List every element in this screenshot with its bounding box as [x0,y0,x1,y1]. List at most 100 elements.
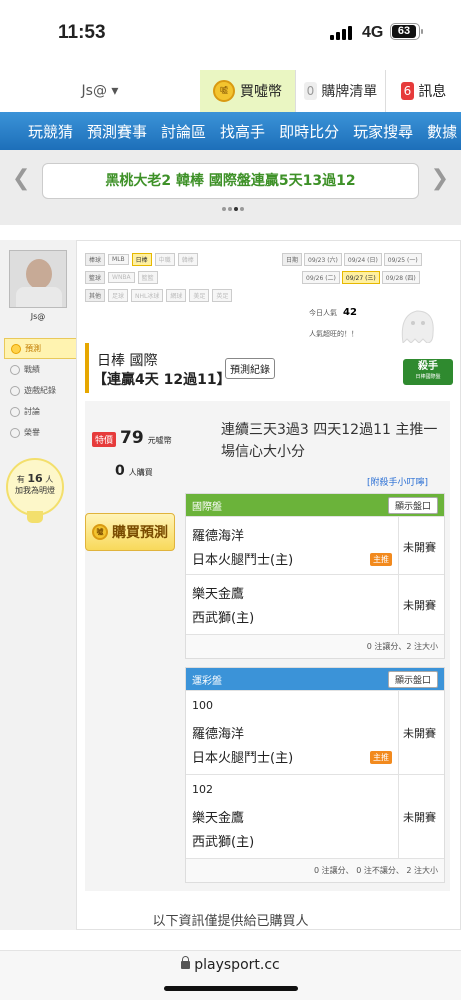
filter-soccer[interactable]: 足球 [108,289,129,302]
cart-count-badge: 0 [303,82,318,100]
avatar[interactable] [9,250,67,308]
home-team: 西武獅(主) [192,835,255,850]
home-team: 西武獅(主) [192,611,255,626]
price-unit: 元噓幣 [147,436,172,445]
buy-coins-button[interactable]: 噓 買噓幣 [200,70,295,112]
killer-main: 殺手 [418,361,438,372]
sidebar-menu: 預測 戰績 遊戲紀錄 討論 榮譽 [4,338,78,443]
prediction-description: 連續三天3過3 四天12過11 主推一場信心大小分 [221,422,438,460]
banner-text[interactable]: 黑桃大老2 韓棒 國際盤連贏5天13過12 [42,163,419,199]
filter-label-basketball: 籃球 [85,271,106,284]
table-row: 羅德海洋 日本火腿鬥士(主) 主推 未開賽 [186,516,444,574]
user-menu[interactable]: Js@ ▾ [0,70,200,112]
chevron-left-icon[interactable]: ❮ [12,166,30,191]
killer-tip-link[interactable]: [附殺手小叮嚀] [367,475,428,488]
main-pick-badge: 主推 [370,553,392,566]
sidebar-item-prediction[interactable]: 預測 [4,338,78,359]
intl-market-footer: 0 注讓分、2 注大小 [186,634,444,658]
filter-nhl[interactable]: NHL冰球 [131,289,164,302]
sidebar-item-record[interactable]: 戰績 [4,359,78,380]
top-bar: Js@ ▾ 噓 買噓幣 0 購牌清單 6 訊息 [0,70,461,112]
sidebar-item-honor[interactable]: 榮譽 [4,422,78,443]
date-0923[interactable]: 09/23 (六) [304,253,342,266]
filter-label-other: 其他 [85,289,106,302]
sidebar-item-discussion[interactable]: 討論 [4,401,78,422]
address-bar[interactable]: playsport.cc [0,956,461,973]
intl-show-odds-button[interactable]: 顯示盤口 [387,496,438,514]
home-team: 日本火腿鬥士(主) [192,751,294,766]
buy-prediction-button[interactable]: 噓 購買預測 [85,513,175,551]
bulb-count: 16 [27,472,43,485]
sidebar-item-label: 榮譽 [24,428,40,437]
buy-prediction-label: 購買預測 [112,525,168,541]
cart-label: 購牌清單 [321,84,378,100]
buyer-count-value: 0 [115,463,125,479]
away-team: 羅德海洋 [192,529,245,544]
nav-item-forum[interactable]: 討論區 [161,121,206,142]
record-icon [10,364,20,375]
date-0926[interactable]: 09/26 (二) [302,271,340,284]
buyer-count: 0 人購買 [115,463,153,479]
filter-nfl[interactable]: 美足 [189,289,210,302]
purchaser-info-note: 以下資訊僅提供給已購買人 [152,914,309,929]
nav-item-predict[interactable]: 預測賽事 [87,121,147,142]
status-bar: 11:53 4G 63 [0,0,461,62]
table-row: 樂天金鷹 西武獅(主) 未開賽 [186,574,444,634]
light-bulb-icon[interactable]: 有 16 人 加我為明燈 [6,458,64,516]
match-header: 日棒 國際 【連贏4天 12過11】 預測紀錄 殺手 日棒國際盤 [85,343,453,393]
prediction-content: 棒球 MLB 日棒 中職 韓棒 籃球 WNBA 籃籃 其他 足球 NHL冰球 網… [76,240,461,930]
sidebar-item-label: 預測 [25,344,41,353]
prediction-record-button[interactable]: 預測紀錄 [225,358,275,379]
nav-item-guess[interactable]: 玩競猜 [28,121,73,142]
filter-kbo[interactable]: 韓棒 [177,253,198,266]
game-number: 102 [192,783,213,796]
url-text: playsport.cc [194,957,280,973]
away-team: 羅德海洋 [192,727,245,742]
intl-market-title: 國際盤 [192,501,222,513]
sidebar-item-label: 討論 [24,407,40,416]
nav-item-data[interactable]: 數據 [427,121,457,142]
messages-button[interactable]: 6 訊息 [385,70,461,112]
prediction-card: 特價 79 元噓幣 0 人購買 連續三天3過3 四天12過11 主推一場信心大小分… [85,401,450,891]
date-0925[interactable]: 09/25 (一) [383,253,422,266]
nav-item-experts[interactable]: 找高手 [220,121,265,142]
lottery-show-odds-button[interactable]: 顯示盤口 [387,670,438,688]
date-label: 日期 [282,253,303,266]
lottery-market-header: 運彩盤 顯示盤口 [186,668,444,690]
lock-icon [181,956,191,969]
filter-tennis[interactable]: 網球 [166,289,187,302]
killer-badge: 殺手 日棒國際盤 [403,359,453,385]
nav-item-livescore[interactable]: 即時比分 [279,121,339,142]
sidebar-item-history[interactable]: 遊戲紀錄 [4,380,78,401]
filter-wnba[interactable]: WNBA [108,272,135,283]
battery-level: 63 [392,25,416,38]
chevron-right-icon[interactable]: ❯ [431,166,449,191]
honor-icon [10,427,20,438]
popularity-value: 42 [343,307,357,318]
date-0927[interactable]: 09/27 (三) [341,271,380,284]
filter-basket2[interactable]: 籃籃 [137,271,158,284]
filter-label-baseball: 棒球 [85,253,106,266]
date-0928[interactable]: 09/28 (四) [381,271,420,284]
date-0924[interactable]: 09/24 (日) [343,253,382,266]
filter-epl[interactable]: 英足 [212,289,233,302]
battery-icon: 63 [390,23,423,40]
message-count-badge: 6 [400,82,415,100]
cart-button[interactable]: 0 購牌清單 [295,70,385,112]
home-indicator[interactable] [164,986,298,991]
carousel-dots [222,207,244,211]
coin-icon: 噓 [213,80,235,102]
history-icon [10,385,20,396]
coin-icon: 噓 [92,524,108,540]
discussion-icon [10,406,20,417]
buyer-count-unit: 人購買 [128,468,153,477]
main-area: Js@ 預測 戰績 遊戲紀錄 討論 榮譽 有 16 人 加我為明燈 棒球 MLB… [0,240,461,930]
nav-item-player-search[interactable]: 玩家搜尋 [353,121,413,142]
filter-mlb[interactable]: MLB [108,254,129,265]
filter-npb[interactable]: 日棒 [131,253,152,266]
game-status: 未開賽 [403,727,436,740]
main-pick-badge: 主推 [370,751,392,764]
sidebar-item-label: 戰績 [24,365,40,374]
lottery-market-table: 運彩盤 顯示盤口 100 羅德海洋 日本火腿鬥士(主) 主推 未開賽 102 樂… [185,667,445,883]
filter-cpbl[interactable]: 中職 [154,253,175,266]
